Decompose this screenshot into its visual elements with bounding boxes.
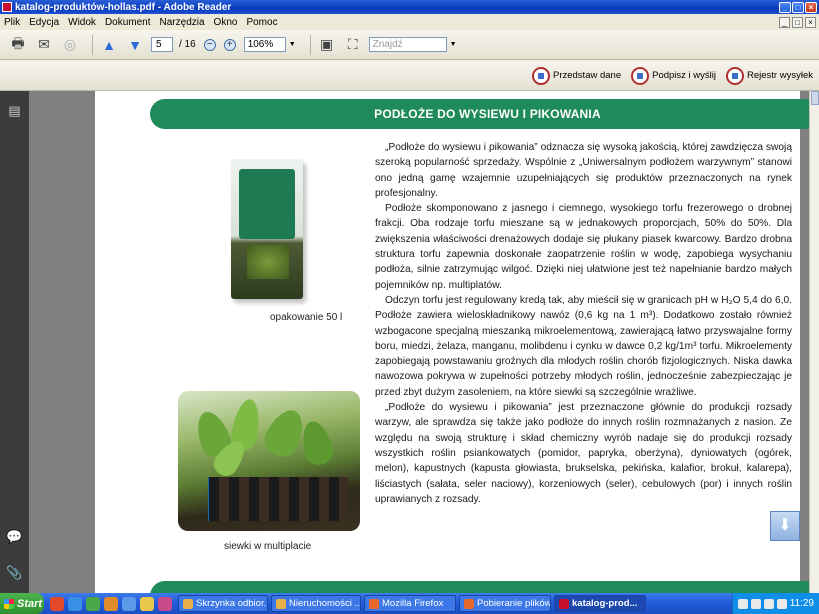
seedlings-photo <box>178 391 360 531</box>
menu-tools[interactable]: Narzędzia <box>160 17 205 28</box>
menu-help[interactable]: Pomoc <box>246 17 277 28</box>
quicklaunch-icon[interactable] <box>68 596 82 611</box>
find-dropdown-icon[interactable]: ▼ <box>450 41 457 48</box>
document-viewport[interactable]: PODŁOŻE DO WYSIEWU I PIKOWANIA opakowani… <box>29 91 809 593</box>
send-register-button[interactable]: Rejestr wysyłek <box>726 66 813 85</box>
window-title: katalog-produktów-hollas.pdf - Adobe Rea… <box>15 1 232 13</box>
next-section-header <box>150 581 809 593</box>
quicklaunch-icon[interactable] <box>50 596 64 611</box>
sign-send-button[interactable]: Podpisz i wyślij <box>631 66 716 85</box>
paragraph: „Podłoże do wysiewu i pikowania” odznacz… <box>375 142 792 199</box>
share-icon[interactable]: ✉ <box>34 36 54 54</box>
comments-icon[interactable]: 💬 <box>6 529 23 545</box>
print-icon[interactable]: 🖶 <box>8 35 28 54</box>
zoom-in-icon[interactable]: + <box>223 38 236 51</box>
present-icon <box>531 66 550 85</box>
next-page-icon[interactable]: ▼ <box>125 36 145 54</box>
page-total: / 16 <box>179 39 196 50</box>
menu-bar: Plik Edycja Widok Dokument Narzędzia Okn… <box>0 14 819 30</box>
quicklaunch-icon[interactable] <box>104 596 118 611</box>
taskbar-item[interactable]: Nieruchomości ... <box>271 595 361 612</box>
taskbar-item[interactable]: Skrzynka odbior... <box>178 595 268 612</box>
tray-icon[interactable] <box>737 598 748 609</box>
menu-window[interactable]: Okno <box>214 17 238 28</box>
quicklaunch-icon[interactable] <box>158 596 172 611</box>
bag-caption: opakowanie 50 l <box>270 312 343 323</box>
task-toolbar: Przedstaw dane Podpisz i wyślij Rejestr … <box>0 61 819 91</box>
chevron-down-icon[interactable]: ▼ <box>289 41 296 48</box>
vertical-scrollbar[interactable] <box>809 91 819 593</box>
sign-icon <box>631 66 650 85</box>
scroll-down-arrow-icon[interactable]: ⬇ <box>770 511 800 541</box>
body-text: „Podłoże do wysiewu i pikowania” odznacz… <box>375 140 792 507</box>
close-button[interactable]: × <box>805 1 817 13</box>
present-data-button[interactable]: Przedstaw dane <box>531 66 621 85</box>
start-button[interactable]: Start <box>0 593 44 614</box>
doc-close-button[interactable]: × <box>805 16 816 28</box>
system-tray: 11:29 <box>731 593 819 614</box>
menu-edit[interactable]: Edycja <box>29 17 59 28</box>
attachments-icon[interactable]: 📎 <box>6 565 23 581</box>
taskbar: Start Skrzynka odbior... Nieruchomości .… <box>0 593 819 614</box>
menu-view[interactable]: Widok <box>68 17 96 28</box>
pages-icon[interactable]: ▤ <box>6 103 23 119</box>
title-bar: katalog-produktów-hollas.pdf - Adobe Rea… <box>0 0 819 14</box>
collaborate-icon[interactable]: ◎ <box>60 36 80 54</box>
product-bag-image <box>231 159 303 299</box>
zoom-out-icon[interactable]: − <box>203 38 216 51</box>
full-screen-icon[interactable]: ⛶ <box>343 36 363 54</box>
quick-launch <box>50 596 172 611</box>
menu-document[interactable]: Dokument <box>105 17 151 28</box>
taskbar-item[interactable]: Mozilla Firefox <box>364 595 456 612</box>
navigation-pane: ▤ 💬 📎 <box>0 91 29 593</box>
find-input[interactable]: Znajdź <box>368 37 447 52</box>
quicklaunch-icon[interactable] <box>86 596 100 611</box>
windows-flag-icon <box>4 598 14 609</box>
tray-icon[interactable] <box>750 598 761 609</box>
paragraph: Podłoże skomponowano z jasnego i ciemneg… <box>375 203 792 291</box>
taskbar-item-active[interactable]: katalog-prod... <box>554 595 646 612</box>
doc-minimize-button[interactable]: _ <box>779 16 790 28</box>
paragraph: Odczyn torfu jest regulowany kredą tak, … <box>375 294 792 398</box>
photo-caption: siewki w multiplacie <box>224 541 312 552</box>
taskbar-item[interactable]: Pobieranie plików <box>459 595 551 612</box>
quicklaunch-icon[interactable] <box>140 596 154 611</box>
minimize-button[interactable]: _ <box>779 1 791 13</box>
adobe-reader-icon <box>2 2 12 12</box>
tray-icon[interactable] <box>776 598 787 609</box>
quicklaunch-icon[interactable] <box>122 596 136 611</box>
section-header: PODŁOŻE DO WYSIEWU I PIKOWANIA <box>150 99 809 129</box>
page-number-input[interactable]: 5 <box>151 37 173 52</box>
previous-page-icon[interactable]: ▲ <box>99 36 119 54</box>
doc-restore-button[interactable]: □ <box>792 16 803 28</box>
zoom-select[interactable]: 106% <box>243 37 286 52</box>
fit-page-icon[interactable]: ▣ <box>317 36 337 54</box>
tray-icon[interactable] <box>763 598 774 609</box>
paragraph: „Podłoże do wysiewu i pikowania” jest pr… <box>375 402 792 505</box>
maximize-button[interactable]: □ <box>792 1 804 13</box>
register-icon <box>726 66 744 85</box>
main-toolbar: 🖶 ✉ ◎ ▲ ▼ 5 / 16 − + 106% ▼ ▣ ⛶ Znajdź ▼ <box>0 30 819 60</box>
clock: 11:29 <box>789 598 814 609</box>
pdf-page: PODŁOŻE DO WYSIEWU I PIKOWANIA opakowani… <box>95 91 809 593</box>
scrollbar-thumb[interactable] <box>811 91 819 105</box>
menu-file[interactable]: Plik <box>4 17 20 28</box>
